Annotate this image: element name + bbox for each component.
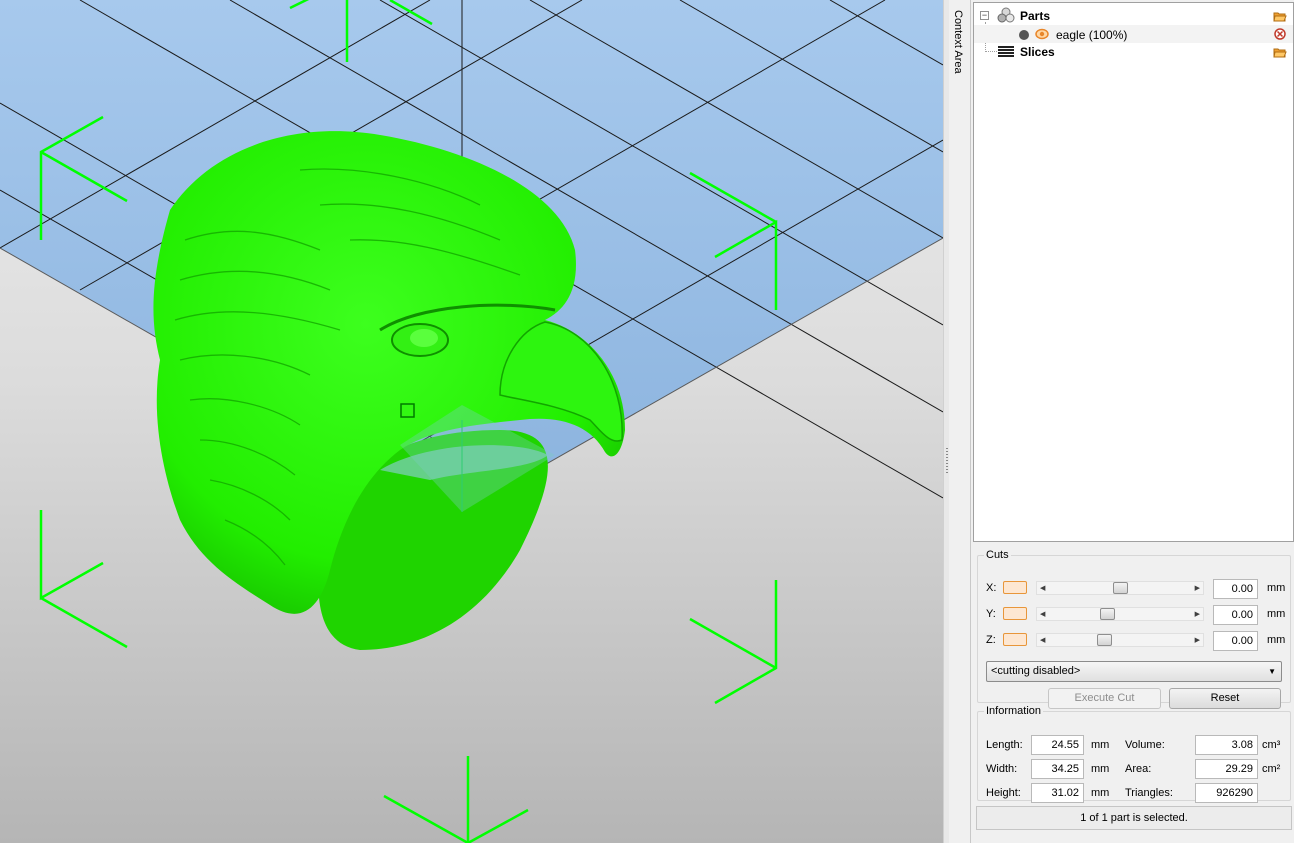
eagle-label: eagle (100%) — [1056, 28, 1128, 42]
cut-z-row: Z: ◀ ▶ mm — [986, 631, 1286, 651]
tree-item-eagle[interactable]: eagle (100%) — [974, 25, 1293, 43]
cut-y-color[interactable] — [1003, 607, 1027, 620]
cut-y-unit: mm — [1267, 608, 1286, 620]
cut-x-color[interactable] — [1003, 581, 1027, 594]
cut-z-input[interactable] — [1213, 631, 1258, 651]
width-label: Width: — [986, 763, 1018, 775]
cut-z-unit: mm — [1267, 634, 1286, 646]
slider-left-arrow-icon[interactable]: ◀ — [1040, 636, 1045, 644]
cut-x-row: X: ◀ ▶ mm — [986, 579, 1286, 599]
splitter-grip[interactable] — [946, 448, 948, 474]
cut-z-slider[interactable]: ◀ ▶ — [1036, 633, 1204, 647]
cut-mode-value: <cutting disabled> — [991, 665, 1081, 677]
length-unit: mm — [1091, 739, 1110, 751]
remove-icon[interactable] — [1273, 28, 1287, 40]
slider-right-arrow-icon[interactable]: ▶ — [1195, 610, 1200, 618]
cut-y-row: Y: ◀ ▶ mm — [986, 605, 1286, 625]
height-value — [1031, 783, 1084, 803]
area-label: Area: — [1125, 763, 1152, 775]
slider-left-arrow-icon[interactable]: ◀ — [1040, 610, 1045, 618]
slices-icon — [998, 46, 1014, 57]
triangles-value — [1195, 783, 1258, 803]
information-group: Information Length: mm Width: mm Height:… — [977, 705, 1291, 803]
volume-unit: cm³ — [1262, 739, 1281, 751]
3d-viewport[interactable] — [0, 0, 943, 843]
cut-mode-select[interactable]: <cutting disabled> ▼ — [986, 661, 1282, 682]
eye-icon[interactable] — [1035, 28, 1049, 40]
collapse-icon[interactable]: − — [980, 11, 989, 20]
area-value — [1195, 759, 1258, 779]
information-title: Information — [986, 705, 1042, 717]
scene-canvas[interactable] — [0, 0, 943, 843]
cuts-group: Cuts X: ◀ ▶ mm Y: ◀ ▶ mm Z: — [977, 549, 1291, 709]
width-value — [1031, 759, 1084, 779]
tree-item-slices[interactable]: Slices — [974, 43, 1293, 61]
cut-x-slider-thumb[interactable] — [1112, 582, 1128, 594]
open-folder-icon[interactable] — [1273, 46, 1287, 58]
color-dot-icon — [1019, 30, 1029, 40]
cut-x-unit: mm — [1267, 582, 1286, 594]
context-area-tab[interactable]: Context Area — [949, 0, 971, 843]
width-unit: mm — [1091, 763, 1110, 775]
parts-tree[interactable]: − Parts eagle (100%) Slices — [973, 2, 1294, 542]
cut-x-input[interactable] — [1213, 579, 1258, 599]
volume-value — [1195, 735, 1258, 755]
cut-x-slider[interactable]: ◀ ▶ — [1036, 581, 1204, 595]
selection-status: 1 of 1 part is selected. — [976, 806, 1292, 830]
cut-y-slider[interactable]: ◀ ▶ — [1036, 607, 1204, 621]
chevron-down-icon[interactable]: ▼ — [1268, 662, 1276, 681]
slider-right-arrow-icon[interactable]: ▶ — [1195, 636, 1200, 644]
cut-z-color[interactable] — [1003, 633, 1027, 646]
cut-y-input[interactable] — [1213, 605, 1258, 625]
slider-right-arrow-icon[interactable]: ▶ — [1195, 584, 1200, 592]
area-unit: cm² — [1262, 763, 1281, 775]
slices-label: Slices — [1020, 45, 1055, 59]
cuts-title: Cuts — [986, 549, 1009, 561]
context-area-label: Context Area — [952, 10, 964, 74]
tree-item-parts[interactable]: − Parts — [974, 7, 1293, 25]
cut-z-slider-thumb[interactable] — [1096, 634, 1112, 646]
open-folder-icon[interactable] — [1273, 10, 1287, 22]
length-value — [1031, 735, 1084, 755]
slider-left-arrow-icon[interactable]: ◀ — [1040, 584, 1045, 592]
volume-label: Volume: — [1125, 739, 1165, 751]
cut-y-label: Y: — [986, 608, 996, 620]
cut-y-slider-thumb[interactable] — [1100, 608, 1116, 620]
cut-x-label: X: — [986, 582, 997, 594]
parts-icon — [997, 7, 1015, 23]
height-unit: mm — [1091, 787, 1110, 799]
length-label: Length: — [986, 739, 1023, 751]
right-panel: − Parts eagle (100%) Slices Cuts X: ◀ ▶ … — [971, 0, 1294, 843]
cut-z-label: Z: — [986, 634, 996, 646]
parts-label: Parts — [1020, 9, 1051, 23]
triangles-label: Triangles: — [1125, 787, 1173, 799]
height-label: Height: — [986, 787, 1021, 799]
